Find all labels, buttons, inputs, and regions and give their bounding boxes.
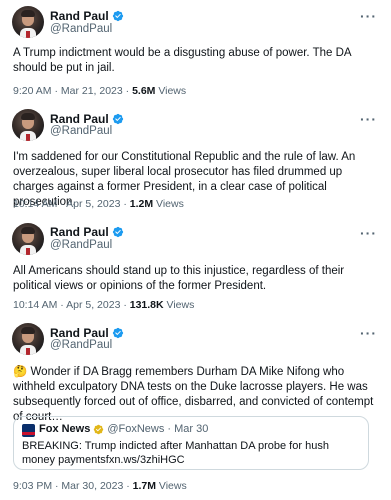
avatar[interactable]: [12, 109, 44, 141]
avatar[interactable]: [12, 6, 44, 38]
quoted-tweet-text: BREAKING: Trump indicted after Manhattan…: [22, 440, 329, 466]
quoted-author-handle[interactable]: @FoxNews · Mar 30: [107, 423, 208, 435]
fox-news-logo-icon[interactable]: [22, 424, 35, 437]
views-label: Views: [153, 198, 184, 210]
thinking-face-emoji: 🤔: [13, 366, 28, 378]
timestamp[interactable]: 10:14 AM · Apr 5, 2023 ·: [13, 198, 130, 210]
tweet-meta: 10:14 AM · Apr 5, 2023 · 1.2M Views: [13, 198, 184, 210]
author-name[interactable]: Rand Paul: [50, 326, 109, 340]
author-name[interactable]: Rand Paul: [50, 225, 109, 239]
more-options-icon[interactable]: ···: [360, 8, 377, 24]
quoted-tweet[interactable]: Fox News @FoxNews · Mar 30 BREAKING: Tru…: [13, 416, 369, 470]
timestamp[interactable]: 9:03 PM · Mar 30, 2023 ·: [13, 480, 133, 492]
verified-badge-icon: [112, 226, 123, 238]
author-handle[interactable]: @RandPaul: [50, 23, 112, 35]
views-count: 1.2M: [129, 198, 154, 210]
author-handle[interactable]: @RandPaul: [50, 239, 112, 251]
views-count: 131.8K: [129, 299, 164, 311]
author-handle[interactable]: @RandPaul: [50, 125, 112, 137]
tweet-meta: 10:14 AM · Apr 5, 2023 · 131.8K Views: [13, 299, 194, 311]
verified-badge-icon: [112, 113, 123, 125]
views-label: Views: [155, 480, 187, 492]
more-options-icon[interactable]: ···: [360, 225, 377, 241]
author-name[interactable]: Rand Paul: [50, 112, 109, 126]
author-name[interactable]: Rand Paul: [50, 9, 109, 23]
tweet-meta: 9:03 PM · Mar 30, 2023 · 1.7M Views: [13, 480, 187, 492]
views-count: 5.6M: [132, 85, 156, 97]
views-label: Views: [155, 85, 187, 97]
views-label: Views: [163, 299, 195, 311]
verified-badge-icon: [112, 327, 123, 339]
more-options-icon[interactable]: ···: [360, 111, 377, 127]
avatar[interactable]: [12, 223, 44, 255]
more-options-icon[interactable]: ···: [360, 325, 377, 341]
tweet-text-body: Wonder if DA Bragg remembers Durham DA M…: [13, 366, 374, 423]
author-handle[interactable]: @RandPaul: [50, 339, 112, 351]
verified-badge-icon: [112, 10, 123, 22]
tweet-text: All Americans should stand up to this in…: [13, 265, 345, 292]
quoted-author-name[interactable]: Fox News: [39, 423, 90, 435]
tweet-meta: 9:20 AM · Mar 21, 2023 · 5.6M Views: [13, 85, 186, 97]
timestamp[interactable]: 9:20 AM · Mar 21, 2023 ·: [13, 85, 132, 97]
timestamp[interactable]: 10:14 AM · Apr 5, 2023 ·: [13, 299, 130, 311]
gold-verified-badge-icon: [94, 424, 104, 434]
views-count: 1.7M: [132, 480, 156, 492]
avatar[interactable]: [12, 323, 44, 355]
tweet-text: A Trump indictment would be a disgusting…: [13, 47, 351, 74]
